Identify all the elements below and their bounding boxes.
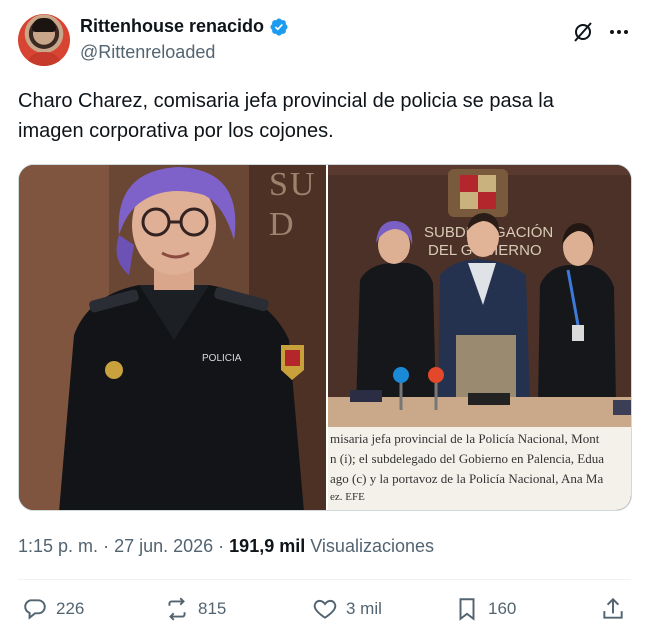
handle[interactable]: @Rittenreloaded bbox=[80, 42, 215, 63]
bookmark-icon bbox=[459, 598, 475, 621]
photo-officer-closeup[interactable]: POLICIA SU D bbox=[19, 165, 326, 510]
repost-button[interactable]: 815 bbox=[164, 596, 226, 622]
tweet-text: Charo Charez, comisaria jefa provincial … bbox=[18, 86, 623, 146]
share-button[interactable] bbox=[600, 596, 626, 622]
bookmark-count: 160 bbox=[488, 599, 517, 618]
tweet-media[interactable]: POLICIA SUD SUBDELEGACIÓN DEL GOBIERN bbox=[18, 164, 632, 511]
action-bar: 226 815 3 mil 160 bbox=[22, 596, 628, 628]
divider bbox=[18, 579, 631, 580]
caption-line: misaria jefa provincial de la Policía Na… bbox=[330, 431, 600, 446]
views-count: 191,9 mil bbox=[229, 536, 306, 556]
tweet-text-line: Charo Charez, comisaria jefa provincial … bbox=[18, 90, 554, 112]
verified-badge-icon bbox=[269, 17, 289, 37]
name-row: Rittenhouse renacido bbox=[80, 16, 289, 37]
repost-count: 815 bbox=[198, 599, 227, 618]
caption-line: n (i); el subdelegado del Gobierno en Pa… bbox=[330, 451, 604, 466]
tweet-time[interactable]: 1:15 p. m. bbox=[18, 536, 98, 556]
caption-line: ago (c) y la portavoz de la Policía Naci… bbox=[330, 471, 604, 486]
like-icon bbox=[313, 599, 337, 619]
meta-separator: · bbox=[103, 536, 115, 556]
press-conference-scene: SUBDELEGACIÓN DEL GOBIERNO bbox=[328, 165, 631, 427]
avatar[interactable] bbox=[18, 14, 70, 66]
photo-caption: misaria jefa provincial de la Policía Na… bbox=[328, 427, 631, 510]
bookmark-button[interactable]: 160 bbox=[454, 596, 516, 622]
reply-button[interactable]: 226 bbox=[22, 596, 84, 622]
views-label: Visualizaciones bbox=[310, 536, 434, 556]
repost-icon bbox=[168, 597, 186, 621]
caption-line: ez. EFE bbox=[330, 491, 365, 503]
svg-text:POLICIA: POLICIA bbox=[202, 353, 242, 364]
tweet-header: Rittenhouse renacido @Rittenreloaded bbox=[18, 14, 631, 70]
share-icon bbox=[603, 597, 623, 619]
tweet-date[interactable]: 27 jun. 2026 bbox=[114, 536, 213, 556]
left-wall-lettering: SU D bbox=[269, 166, 317, 243]
tweet-text-line: imagen corporativa por los cojones. bbox=[18, 120, 334, 142]
like-count: 3 mil bbox=[346, 599, 382, 618]
tweet-meta: 1:15 p. m. · 27 jun. 2026 · 191,9 mil Vi… bbox=[18, 536, 434, 557]
display-name[interactable]: Rittenhouse renacido bbox=[80, 16, 264, 37]
grok-icon[interactable] bbox=[571, 20, 595, 44]
photo-press-conference[interactable]: SUBDELEGACIÓN DEL GOBIERNO bbox=[328, 165, 631, 510]
reply-count: 226 bbox=[56, 599, 85, 618]
reply-icon bbox=[24, 599, 46, 620]
more-icon[interactable] bbox=[607, 20, 631, 44]
like-button[interactable]: 3 mil bbox=[312, 596, 382, 622]
meta-separator: · bbox=[218, 536, 230, 556]
